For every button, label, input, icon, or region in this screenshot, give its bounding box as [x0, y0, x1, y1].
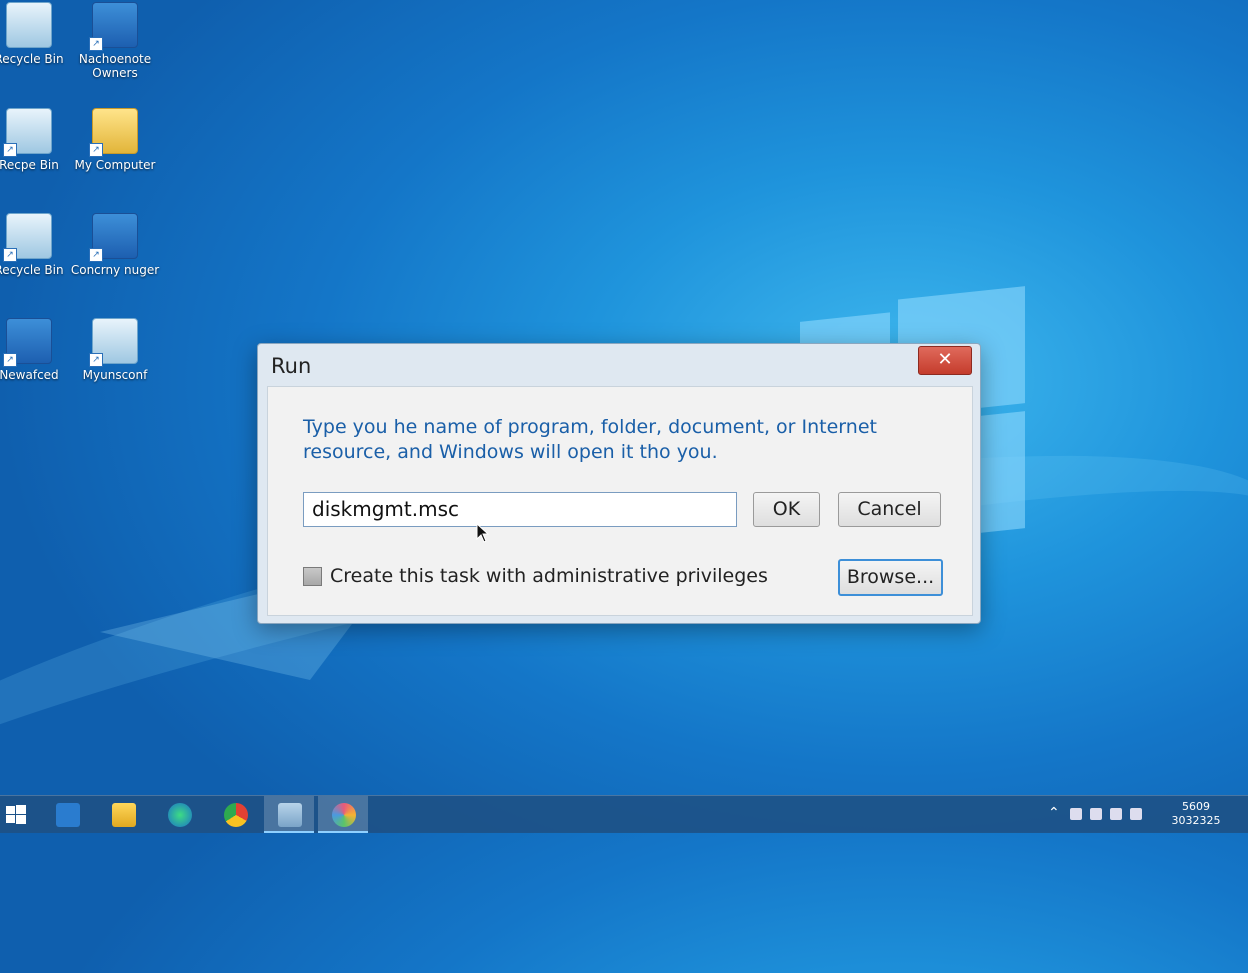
browse-button[interactable]: Browse...: [838, 559, 943, 596]
ok-button[interactable]: OK: [753, 492, 820, 527]
recycle-bin-icon: ↗: [3, 213, 52, 262]
desktop-icon-label: Recycle Bin: [0, 263, 64, 277]
admin-privileges-checkbox[interactable]: [303, 567, 322, 586]
desktop-icon-label: Recycle Bin: [0, 52, 64, 66]
network-tray-icon[interactable]: [1070, 808, 1082, 820]
desktop-icon-label: My Computer: [74, 158, 156, 172]
dialog-description: Type you he name of program, folder, doc…: [303, 416, 877, 463]
desktop-icon-myunsconf[interactable]: ↗ Myunsconf: [70, 318, 160, 382]
dialog-titlebar[interactable]: Run ✕: [258, 344, 980, 386]
desktop-icon-label: Newafced: [0, 368, 59, 382]
file-explorer-icon: [112, 803, 136, 827]
monitor-icon: ↗: [89, 2, 138, 51]
system-tray: ⌃ 5609 3032325: [1048, 796, 1238, 833]
network-icon: ↗: [89, 318, 138, 367]
folder-icon: [278, 803, 302, 827]
taskbar-search[interactable]: [42, 796, 92, 833]
taskbar-folder[interactable]: [264, 796, 314, 833]
edge-icon: [168, 803, 192, 827]
desktop-icon-my-computer[interactable]: ↗ My Computer: [70, 108, 160, 172]
battery-tray-icon[interactable]: [1130, 808, 1142, 820]
desktop-icon-label: Myunsconf: [82, 368, 148, 382]
admin-privileges-label[interactable]: Create this task with administrative pri…: [330, 565, 768, 587]
start-icon: [6, 805, 26, 824]
dialog-title: Run: [271, 354, 312, 378]
cancel-button[interactable]: Cancel: [838, 492, 941, 527]
desktop-icon-recycle-bin-1[interactable]: Recycle Bin: [0, 2, 74, 66]
desktop-icon-network-owners[interactable]: ↗ Nachoenote Owners: [70, 2, 160, 80]
search-icon: [56, 803, 80, 827]
dialog-body: Type you he name of program, folder, doc…: [267, 386, 973, 616]
taskbar-edge[interactable]: [154, 796, 204, 833]
start-button[interactable]: [0, 796, 34, 833]
taskbar-clock[interactable]: 5609 3032325: [1166, 800, 1226, 828]
close-button[interactable]: ✕: [918, 346, 972, 375]
control-panel-icon: ↗: [89, 213, 138, 262]
desktop-icon-label: Nachoenote Owners: [78, 52, 152, 80]
close-icon: ✕: [937, 349, 953, 370]
run-command-input[interactable]: diskmgmt.msc: [303, 492, 737, 527]
recycle-bin-icon: ↗: [3, 108, 52, 157]
desktop-icon-recycle-bin-3[interactable]: ↗ Recycle Bin: [0, 213, 74, 277]
chrome-icon: [224, 803, 248, 827]
recycle-bin-icon: [6, 2, 52, 48]
taskbar-paint[interactable]: [318, 796, 368, 833]
taskbar-file-explorer[interactable]: [98, 796, 148, 833]
desktop-icon-recycle-bin-2[interactable]: ↗ Recpe Bin: [0, 108, 74, 172]
mouse-cursor-icon: [476, 523, 490, 543]
chevron-up-icon[interactable]: ⌃: [1048, 805, 1060, 821]
clock-time: 5609: [1182, 800, 1210, 813]
bluetooth-tray-icon[interactable]: [1090, 808, 1102, 820]
volume-tray-icon[interactable]: [1110, 808, 1122, 820]
desktop-icon-label: Concrny nuger: [70, 263, 160, 277]
folder-icon: ↗: [89, 108, 138, 157]
desktop-icon-newafced[interactable]: ↗ Newafced: [0, 318, 74, 382]
desktop-icon-concrny-nuger[interactable]: ↗ Concrny nuger: [70, 213, 160, 277]
shortcut-app-icon: ↗: [3, 318, 52, 367]
taskbar: ⌃ 5609 3032325: [0, 795, 1248, 833]
desktop-icon-label: Recpe Bin: [0, 158, 59, 172]
taskbar-chrome[interactable]: [210, 796, 260, 833]
clock-date: 3032325: [1171, 814, 1221, 827]
paint-icon: [332, 803, 356, 827]
run-dialog: Run ✕ Type you he name of program, folde…: [257, 343, 981, 624]
